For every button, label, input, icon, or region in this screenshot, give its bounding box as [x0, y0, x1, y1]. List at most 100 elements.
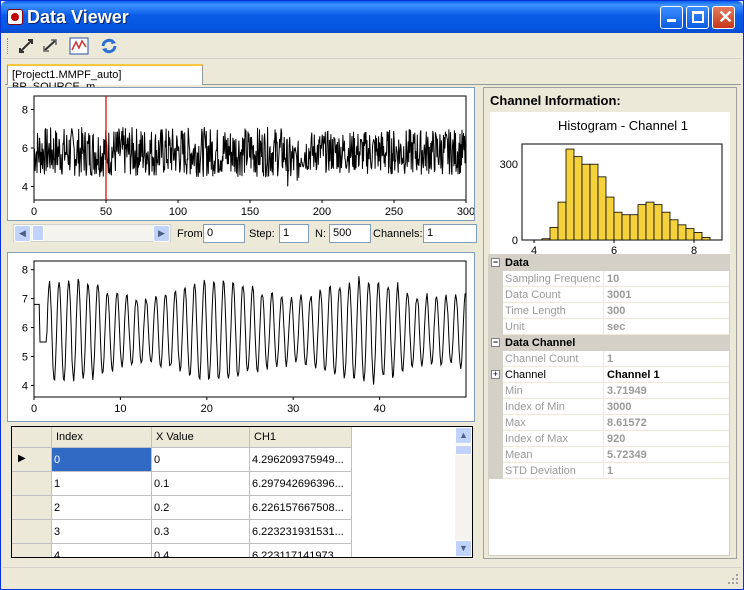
current-row-icon: ▶: [18, 453, 26, 464]
y-tick-label: 8: [22, 265, 28, 277]
scroll-thumb[interactable]: [32, 225, 44, 241]
y-tick-label: 6: [22, 323, 28, 335]
grid-header-index[interactable]: Index: [52, 427, 152, 448]
channel-info-heading: Channel Information:: [490, 93, 621, 108]
scroll-down-icon[interactable]: ▼: [455, 540, 472, 557]
prop-row[interactable]: Time Length 300: [489, 303, 729, 319]
grid-cell[interactable]: 0: [152, 448, 250, 472]
x-tick-label: 30: [287, 403, 299, 415]
horizontal-scrollbar[interactable]: ◀ ▶: [13, 224, 171, 242]
close-button[interactable]: ✕: [712, 6, 735, 29]
prop-row[interactable]: Min 3.71949: [489, 383, 729, 399]
title-bar[interactable]: Data Viewer ✕: [1, 1, 743, 33]
prop-value: 8.61572: [603, 415, 727, 431]
prop-value: Channel 1: [603, 367, 727, 383]
prop-channel-count[interactable]: Channel Count 1: [489, 351, 729, 367]
scroll-left-icon[interactable]: ◀: [14, 225, 31, 242]
property-grid[interactable]: − Data Sampling Frequenc 10 Data Count 3001 T…: [488, 254, 730, 556]
toolbar-grip[interactable]: [7, 38, 10, 54]
grid-scroll-thumb[interactable]: [455, 445, 472, 455]
grid-cell[interactable]: 0.4: [152, 544, 250, 557]
grid-cell[interactable]: 0.3: [152, 520, 250, 544]
x-tick-label: 20: [201, 403, 213, 415]
n-label: N:: [315, 228, 326, 240]
tab-bp-source[interactable]: [Project1.MMPF_auto] BP_SOURCE_m: [7, 64, 203, 93]
grid-cell[interactable]: 6.223231931531...: [250, 520, 352, 544]
n-field[interactable]: 500: [329, 224, 371, 243]
histogram-bar: [605, 196, 615, 241]
data-category-label: Data: [505, 257, 529, 269]
histogram-bar: [701, 237, 711, 241]
row-header[interactable]: [12, 520, 52, 544]
prop-key: Time Length: [505, 305, 566, 317]
grid-cell[interactable]: 4.296209375949...: [250, 448, 352, 472]
prop-value: 920: [603, 431, 727, 447]
row-header[interactable]: ▶: [12, 448, 52, 472]
maximize-button[interactable]: [686, 6, 709, 29]
grid-cell[interactable]: 4: [52, 544, 152, 557]
minimize-button[interactable]: [660, 6, 683, 29]
row-header[interactable]: [12, 496, 52, 520]
prop-value: 3000: [603, 399, 727, 415]
data-category[interactable]: − Data: [489, 255, 729, 271]
row-header[interactable]: [12, 544, 52, 557]
zoom-out-icon[interactable]: [41, 37, 61, 55]
expand-icon[interactable]: +: [491, 370, 500, 379]
collapse-icon[interactable]: −: [491, 338, 500, 347]
grid-header-ch1[interactable]: CH1: [250, 427, 352, 448]
prop-key: STD Deviation: [505, 465, 576, 477]
plot-icon[interactable]: [69, 37, 89, 55]
detail-plot[interactable]: 8 7 6 5 4 0 10 20 30 40: [7, 252, 475, 422]
grid-vertical-scrollbar[interactable]: ▲ ▼: [455, 427, 472, 557]
y-tick-label: 5: [22, 351, 28, 363]
grid-cell[interactable]: 0: [52, 448, 152, 472]
grid-cell[interactable]: 3: [52, 520, 152, 544]
prop-key: Unit: [505, 321, 525, 333]
prop-key: Index of Max: [505, 433, 568, 445]
grid-cell[interactable]: 2: [52, 496, 152, 520]
channel-category[interactable]: − Data Channel: [489, 335, 729, 351]
histogram-bar: [613, 211, 623, 241]
data-grid[interactable]: Index X Value CH1 ▶ 0 0 4.296209375949... 1 0…: [11, 426, 473, 558]
prop-row[interactable]: Max 8.61572: [489, 415, 729, 431]
collapse-icon[interactable]: −: [491, 258, 500, 267]
histogram-bar: [581, 163, 591, 241]
grid-cell[interactable]: 6.226157667508...: [250, 496, 352, 520]
prop-row[interactable]: Mean 5.72349: [489, 447, 729, 463]
row-header[interactable]: [12, 472, 52, 496]
grid-cell[interactable]: 1: [52, 472, 152, 496]
grid-cell[interactable]: 0.1: [152, 472, 250, 496]
channels-field[interactable]: 1: [423, 224, 477, 243]
histogram-bar: [565, 148, 575, 241]
prop-value: 300: [603, 303, 727, 319]
prop-row[interactable]: Index of Min 3000: [489, 399, 729, 415]
histogram-bar: [597, 176, 607, 241]
overview-plot-canvas[interactable]: 8 6 40 50 100 150 200 250 300: [8, 88, 475, 220]
refresh-icon[interactable]: [99, 37, 119, 55]
channels-label: Channels:: [373, 228, 423, 240]
histogram-bar: [653, 204, 663, 241]
scroll-right-icon[interactable]: ▶: [153, 225, 170, 242]
grid-cell[interactable]: 6.297942696396...: [250, 472, 352, 496]
grid-cell[interactable]: 6.223117141973...: [250, 544, 352, 557]
step-field[interactable]: 1: [279, 224, 309, 243]
signal-panel: 8 6 4 0 50 100 150 200 250 300 ◀ ▶ From: 0 Step: …: [7, 87, 479, 561]
scroll-up-icon[interactable]: ▲: [455, 427, 472, 444]
prop-row[interactable]: Unit sec: [489, 319, 729, 335]
prop-row[interactable]: Data Count 3001: [489, 287, 729, 303]
prop-channel[interactable]: + Channel Channel 1: [489, 367, 729, 383]
prop-row[interactable]: STD Deviation 1: [489, 463, 729, 479]
histogram-bar: [669, 219, 679, 241]
detail-plot-canvas[interactable]: 8 7 6 5 40 10 20 30 40: [8, 253, 474, 421]
prop-value: 1: [603, 351, 727, 367]
prop-row[interactable]: Index of Max 920: [489, 431, 729, 447]
x-tick-label: 10: [114, 403, 126, 415]
resize-grip-icon[interactable]: [727, 573, 739, 585]
from-field[interactable]: 0: [203, 224, 245, 243]
grid-header-x[interactable]: X Value: [152, 427, 250, 448]
grid-cell[interactable]: 0.2: [152, 496, 250, 520]
channel-info-panel: Channel Information: Histogram - Channel…: [483, 87, 737, 559]
prop-row[interactable]: Sampling Frequenc 10: [489, 271, 729, 287]
zoom-in-icon[interactable]: [17, 37, 37, 55]
overview-plot[interactable]: 8 6 4 0 50 100 150 200 250 300: [7, 87, 475, 221]
